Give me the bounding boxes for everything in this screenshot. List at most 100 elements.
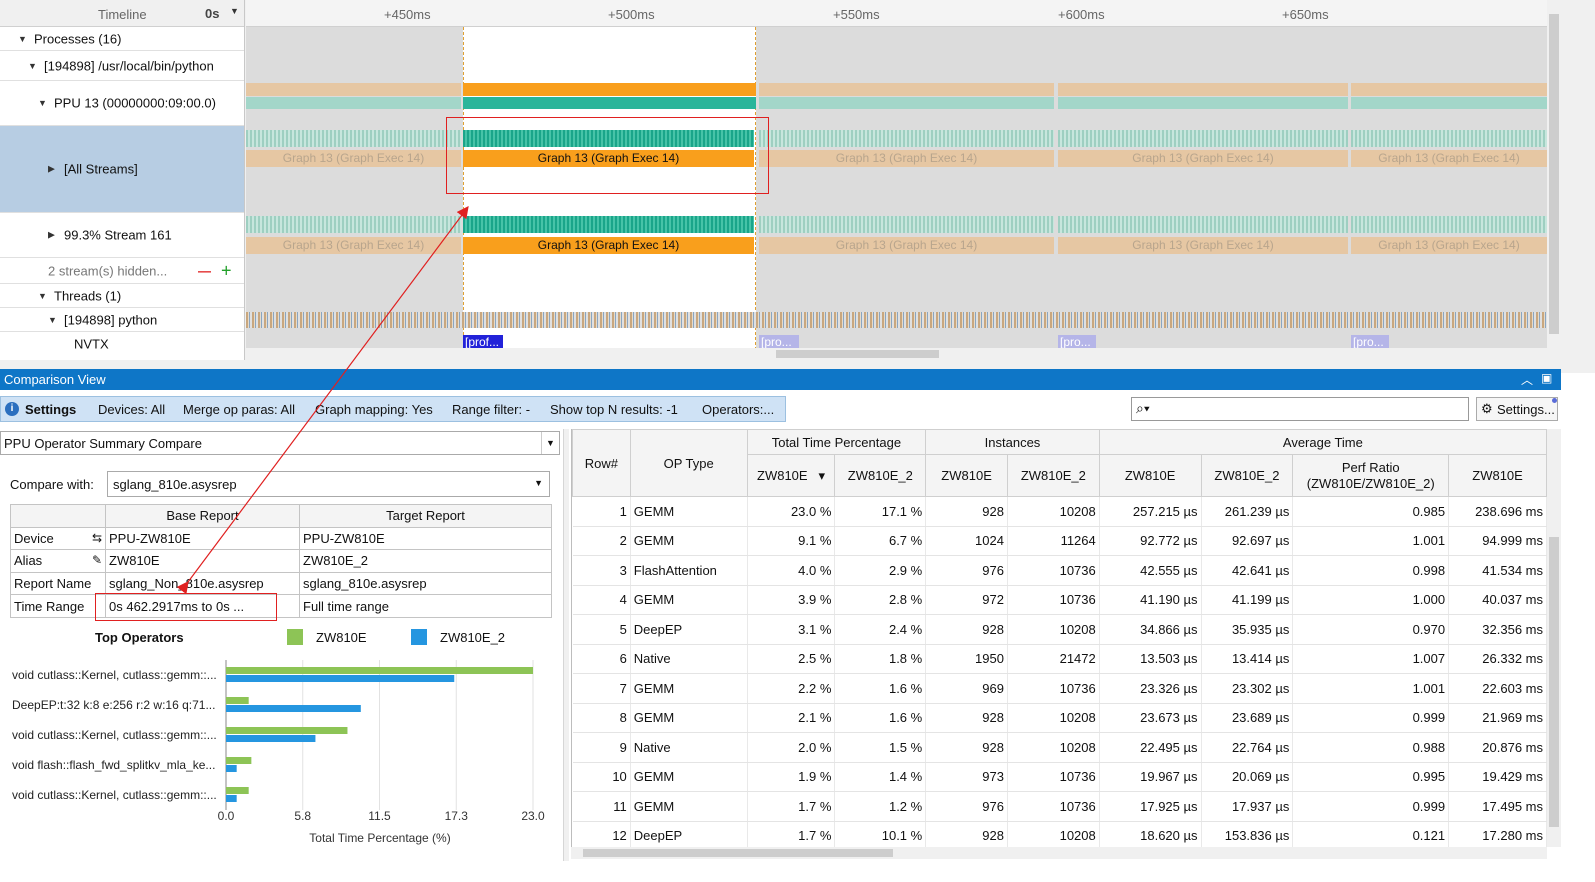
kernel-bar[interactable] <box>246 130 461 147</box>
graph-bar[interactable] <box>1351 83 1547 96</box>
operators-filter[interactable]: Operators:... <box>702 402 774 417</box>
tree-row-nvtx[interactable]: NVTX <box>0 332 244 356</box>
graph-bar[interactable]: Graph 13 (Graph Exec 14) <box>246 237 461 254</box>
tree-row-all-streams[interactable]: ▶ [All Streams] <box>0 126 244 213</box>
kernel-bar[interactable] <box>1351 130 1547 147</box>
kernel-bar[interactable] <box>246 97 461 109</box>
bar-zw810e[interactable] <box>226 727 348 734</box>
kernel-bar-active[interactable] <box>463 216 754 233</box>
col-header-op-type[interactable]: OP Type <box>629 429 748 497</box>
graph-bar[interactable]: Graph 13 (Graph Exec 14) <box>1351 150 1547 167</box>
kernel-bar[interactable] <box>1058 97 1348 109</box>
settings-label[interactable]: Settings <box>25 402 76 417</box>
kernel-bar[interactable] <box>759 130 1054 147</box>
graph-bar[interactable]: Graph 13 (Graph Exec 14) <box>246 150 461 167</box>
table-row[interactable]: 3 FlashAttention 4.0 % 2.9 % 976 10736 42.555 … <box>572 555 1547 586</box>
table-row[interactable]: 4 GEMM 3.9 % 2.8 % 972 10736 41.190 µs 41.199 µ… <box>572 585 1547 615</box>
graph-bar[interactable] <box>759 83 1054 96</box>
bar-zw810e-2[interactable] <box>226 795 237 802</box>
zoom-level[interactable]: 0s <box>205 6 219 21</box>
expand-arrow-icon[interactable]: ▼ <box>18 34 27 44</box>
table-row[interactable]: 10 GEMM 1.9 % 1.4 % 973 10736 19.967 µs 20.069 … <box>572 762 1547 792</box>
tree-row-process[interactable]: ▼ [194898] /usr/local/bin/python <box>0 51 244 81</box>
table-row[interactable]: 7 GEMM 2.2 % 1.6 % 969 10736 23.326 µs 23.302 µ… <box>572 673 1547 704</box>
grid-vertical-scrollbar[interactable] <box>1547 429 1561 847</box>
graph-bar[interactable]: Graph 13 (Graph Exec 14) <box>1351 237 1547 254</box>
add-stream-icon[interactable]: + <box>221 260 232 281</box>
table-row[interactable]: 5 DeepEP 3.1 % 2.4 % 928 10208 34.866 µs 35.935… <box>572 614 1547 645</box>
timeline-canvas[interactable]: +450ms +500ms +550ms +600ms +650ms Graph… <box>246 0 1547 360</box>
expand-arrow-icon[interactable]: ▼ <box>38 291 47 301</box>
col-header-avg-base[interactable]: ZW810E <box>1098 454 1202 497</box>
bar-zw810e-2[interactable] <box>226 735 316 742</box>
col-header-inst-base[interactable]: ZW810E <box>925 454 1008 497</box>
expand-arrow-icon[interactable]: ▼ <box>48 315 57 325</box>
bar-zw810e-2[interactable] <box>226 675 455 682</box>
tree-row-python-thread[interactable]: ▼ [194898] python <box>0 308 244 332</box>
bar-zw810e[interactable] <box>226 757 252 764</box>
bar-zw810e[interactable] <box>226 667 533 674</box>
graph-mapping-filter[interactable]: Graph mapping: Yes <box>315 402 433 417</box>
swap-icon[interactable]: ⇆ <box>92 531 102 545</box>
collapse-icon[interactable]: ︿ <box>1521 371 1533 388</box>
table-row[interactable]: 12 DeepEP 1.7 % 10.1 % 928 10208 18.620 µs 153.… <box>572 821 1547 847</box>
pane-splitter[interactable] <box>563 429 569 861</box>
nvtx-range[interactable]: [pro... <box>1351 335 1389 349</box>
kernel-bar[interactable] <box>1058 216 1348 233</box>
table-row[interactable]: 8 GEMM 2.1 % 1.6 % 928 10208 23.673 µs 23.689 µ… <box>572 703 1547 733</box>
col-header-perf-ratio[interactable]: Perf Ratio (ZW810E/ZW810E_2) <box>1292 454 1450 497</box>
collapse-arrow-icon[interactable]: ▶ <box>48 164 55 175</box>
col-header-inst-target[interactable]: ZW810E_2 <box>1006 454 1100 497</box>
graph-bar[interactable]: Graph 13 (Graph Exec 14) <box>759 237 1054 254</box>
chevron-down-icon[interactable]: ▼ <box>534 478 543 488</box>
thread-activity-bar[interactable] <box>246 312 1547 328</box>
collapse-arrow-icon[interactable]: ▶ <box>48 230 55 241</box>
tree-row-processes[interactable]: ▼ Processes (16) <box>0 27 244 51</box>
settings-button[interactable]: ⚙ Settings... <box>1476 397 1558 421</box>
graph-bar[interactable] <box>1058 83 1348 96</box>
scrollbar-thumb[interactable] <box>776 350 939 358</box>
kernel-bar[interactable] <box>759 216 1054 233</box>
bar-zw810e-2[interactable] <box>226 765 237 772</box>
sort-desc-icon[interactable]: ▾ <box>818 468 825 483</box>
tree-row-threads[interactable]: ▼ Threads (1) <box>0 284 244 308</box>
table-row[interactable]: 1 GEMM 23.0 % 17.1 % 928 10208 257.215 µs 261.2… <box>572 496 1547 527</box>
chevron-down-icon[interactable]: ▼ <box>541 432 559 454</box>
kernel-bar-active[interactable] <box>463 97 756 109</box>
table-row[interactable]: 6 Native 2.5 % 1.8 % 1950 21472 13.503 µs 13.41… <box>572 644 1547 674</box>
col-header-base-extra[interactable]: ZW810E <box>1448 454 1547 497</box>
graph-bar[interactable] <box>246 83 461 96</box>
col-header-ttp-base[interactable]: ZW810E ▾ <box>746 454 836 497</box>
kernel-bar[interactable] <box>1351 216 1547 233</box>
table-row[interactable]: 2 GEMM 9.1 % 6.7 % 1024 11264 92.772 µs 92.697 … <box>572 526 1547 556</box>
kernel-bar[interactable] <box>246 216 461 233</box>
col-header-ttp-target[interactable]: ZW810E_2 <box>834 454 927 497</box>
expand-arrow-icon[interactable]: ▼ <box>28 61 37 71</box>
scrollbar-thumb[interactable] <box>1549 537 1559 827</box>
graph-bar-active[interactable]: Graph 13 (Graph Exec 14) <box>463 237 754 254</box>
bar-zw810e[interactable] <box>226 787 249 794</box>
graph-bar[interactable]: Graph 13 (Graph Exec 14) <box>1058 237 1348 254</box>
bar-zw810e-2[interactable] <box>226 705 361 712</box>
range-filter[interactable]: Range filter: - <box>452 402 530 417</box>
zoom-dropdown-icon[interactable]: ▼ <box>230 6 239 16</box>
view-type-select[interactable]: PPU Operator Summary Compare ▼ <box>0 431 560 455</box>
merge-filter[interactable]: Merge op paras: All <box>183 402 295 417</box>
expand-arrow-icon[interactable]: ▼ <box>38 98 47 108</box>
devices-filter[interactable]: Devices: All <box>98 402 165 417</box>
bar-zw810e[interactable] <box>226 697 249 704</box>
scrollbar-thumb[interactable] <box>1549 14 1559 334</box>
search-icon[interactable]: ⌕▾ <box>1136 400 1150 417</box>
comparison-settings-bar[interactable]: i Settings Devices: All Merge op paras: … <box>0 396 786 422</box>
table-row[interactable]: 11 GEMM 1.7 % 1.2 % 976 10736 17.925 µs 17.937 … <box>572 791 1547 822</box>
col-header-row[interactable]: Row# <box>572 429 631 497</box>
scrollbar-thumb[interactable] <box>583 849 893 857</box>
kernel-bar[interactable] <box>1058 130 1348 147</box>
kernel-bar[interactable] <box>1351 97 1547 109</box>
grid-horizontal-scrollbar[interactable] <box>571 847 1547 859</box>
nvtx-range[interactable]: [pro... <box>1058 335 1096 349</box>
compare-with-select[interactable]: sglang_810e.asysrep ▼ <box>107 471 550 497</box>
tree-row-stream-161[interactable]: ▶ 99.3% Stream 161 <box>0 213 244 258</box>
target-value[interactable]: ZW810E_2 <box>299 549 552 573</box>
edit-icon[interactable]: ✎ <box>92 553 102 567</box>
